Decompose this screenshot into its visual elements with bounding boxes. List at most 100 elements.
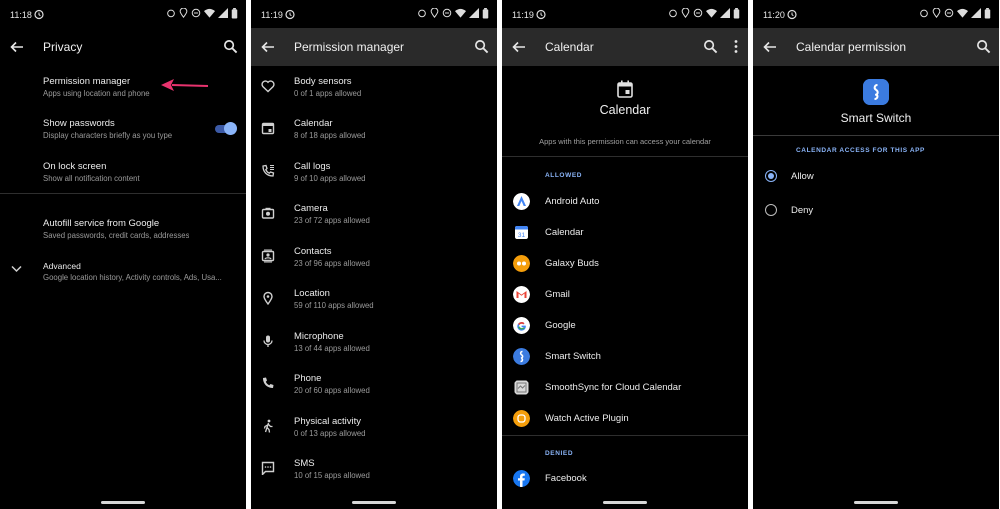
- wifi-icon: [957, 8, 968, 18]
- permission-item-microphone[interactable]: Microphone 13 of 44 apps allowed: [251, 329, 497, 355]
- camera-icon: [261, 207, 275, 219]
- back-arrow-icon[interactable]: [260, 39, 276, 55]
- permission-item-contacts[interactable]: Contacts 23 of 96 apps allowed: [251, 244, 497, 270]
- status-icons: [665, 8, 740, 20]
- battery-icon: [482, 8, 489, 19]
- permission-item-physical-activity[interactable]: Physical activity 0 of 13 apps allowed: [251, 414, 497, 440]
- alarm-icon: [418, 9, 426, 18]
- gmail-icon: [513, 286, 530, 303]
- permission-item-location[interactable]: Location 59 of 110 apps allowed: [251, 286, 497, 312]
- smart-switch-icon: [863, 79, 889, 105]
- lock-screen-item[interactable]: On lock screen Show all notification con…: [0, 159, 246, 185]
- divider: [502, 435, 748, 436]
- watch-active-plugin-icon: [513, 410, 530, 427]
- home-indicator[interactable]: [101, 501, 145, 504]
- dnd-icon: [693, 8, 703, 18]
- heart-icon: [261, 80, 275, 93]
- location-status-icon: [932, 8, 941, 18]
- permission-item-sms[interactable]: SMS 10 of 15 apps allowed: [251, 456, 497, 482]
- permission-item-calendar[interactable]: Calendar 8 of 18 apps allowed: [251, 116, 497, 142]
- chevron-down-icon: [11, 265, 22, 273]
- item-subtitle: 0 of 13 apps allowed: [294, 429, 366, 438]
- back-arrow-icon[interactable]: [762, 39, 778, 55]
- deny-option[interactable]: Deny: [753, 202, 999, 220]
- autofill-item[interactable]: Autofill service from Google Saved passw…: [0, 216, 246, 242]
- permission-item-phone[interactable]: Phone 20 of 60 apps allowed: [251, 371, 497, 397]
- toggle-thumb: [224, 122, 237, 135]
- item-subtitle: 10 of 15 apps allowed: [294, 471, 370, 480]
- signal-icon: [469, 8, 479, 18]
- divider: [0, 193, 246, 194]
- allow-option[interactable]: Allow: [753, 168, 999, 186]
- call-log-icon: [262, 164, 275, 177]
- show-passwords-item[interactable]: Show passwords Display characters briefl…: [0, 116, 246, 142]
- option-label: Allow: [791, 171, 814, 182]
- search-icon[interactable]: [976, 39, 991, 54]
- permission-item-camera[interactable]: Camera 23 of 72 apps allowed: [251, 201, 497, 227]
- battery-icon: [231, 8, 238, 19]
- item-title: Body sensors: [294, 76, 352, 87]
- status-bar: 11:19: [251, 0, 497, 28]
- item-subtitle: 13 of 44 apps allowed: [294, 344, 370, 353]
- phone-screen-permission-manager: 11:19 Permission manager Body sensors 0 …: [251, 0, 497, 509]
- status-bar: 11:19: [502, 0, 748, 28]
- search-icon[interactable]: [223, 39, 238, 54]
- item-title: Calendar: [294, 118, 333, 129]
- item-subtitle: 0 of 1 apps allowed: [294, 89, 362, 98]
- item-title: Autofill service from Google: [43, 218, 160, 229]
- app-bar: Permission manager: [251, 28, 497, 66]
- status-time: 11:19: [512, 10, 534, 20]
- app-bar: Calendar permission: [753, 28, 999, 66]
- more-vert-icon[interactable]: [732, 39, 740, 54]
- app-row-calendar[interactable]: 31 Calendar: [502, 223, 748, 243]
- smoothsync-icon: [514, 380, 529, 395]
- app-name: Smart Switch: [545, 351, 601, 362]
- permission-item-call-logs[interactable]: Call logs 9 of 10 apps allowed: [251, 159, 497, 185]
- home-indicator[interactable]: [352, 501, 396, 504]
- app-name: SmoothSync for Cloud Calendar: [545, 382, 682, 393]
- radio-button[interactable]: [765, 204, 777, 216]
- item-subtitle: 23 of 96 apps allowed: [294, 259, 370, 268]
- back-arrow-icon[interactable]: [511, 39, 527, 55]
- app-row-google[interactable]: Google: [502, 316, 748, 336]
- microphone-icon: [263, 335, 273, 347]
- app-title: Smart Switch: [840, 111, 912, 125]
- app-row-facebook[interactable]: Facebook: [502, 469, 748, 489]
- item-title: SMS: [294, 458, 315, 469]
- alarm-icon: [285, 9, 295, 20]
- denied-section-label: DENIED: [545, 450, 574, 457]
- phone-icon: [263, 377, 274, 388]
- app-row-gmail[interactable]: Gmail: [502, 285, 748, 305]
- phone-screen-calendar: 11:19 Calendar Calendar Apps with this p…: [502, 0, 748, 509]
- status-icons: [414, 8, 489, 20]
- location-icon: [263, 291, 273, 305]
- app-row-android-auto[interactable]: Android Auto: [502, 192, 748, 212]
- app-row-smart-switch[interactable]: Smart Switch: [502, 347, 748, 367]
- permission-item-body-sensors[interactable]: Body sensors 0 of 1 apps allowed: [251, 74, 497, 100]
- item-subtitle: Show all notification content: [43, 174, 140, 183]
- home-indicator[interactable]: [603, 501, 647, 504]
- status-bar: 11:18: [0, 0, 246, 28]
- home-indicator[interactable]: [854, 501, 898, 504]
- app-name: Google: [545, 320, 576, 331]
- search-icon[interactable]: [703, 39, 718, 54]
- status-time: 11:19: [261, 10, 283, 20]
- signal-icon: [720, 8, 730, 18]
- phone-screen-privacy: 11:18 Privacy Permission manager Apps us…: [0, 0, 246, 509]
- app-name: Android Auto: [545, 196, 600, 207]
- signal-icon: [218, 8, 228, 18]
- radio-button-selected[interactable]: [765, 170, 777, 182]
- app-row-galaxy-buds[interactable]: Galaxy Buds: [502, 254, 748, 274]
- page-title: Calendar permission: [796, 40, 907, 54]
- location-status-icon: [179, 8, 188, 18]
- item-title: Show passwords: [43, 118, 115, 129]
- item-title: Contacts: [294, 246, 332, 257]
- advanced-item[interactable]: Advanced Google location history, Activi…: [0, 259, 246, 285]
- app-row-watch-active-plugin[interactable]: Watch Active Plugin: [502, 409, 748, 429]
- screenshot-collage: 11:18 Privacy Permission manager Apps us…: [0, 0, 1000, 509]
- back-arrow-icon[interactable]: [9, 39, 25, 55]
- search-icon[interactable]: [474, 39, 489, 54]
- app-row-smoothsync[interactable]: SmoothSync for Cloud Calendar: [502, 378, 748, 398]
- google-calendar-icon: 31: [515, 226, 528, 239]
- alarm-icon: [34, 9, 44, 20]
